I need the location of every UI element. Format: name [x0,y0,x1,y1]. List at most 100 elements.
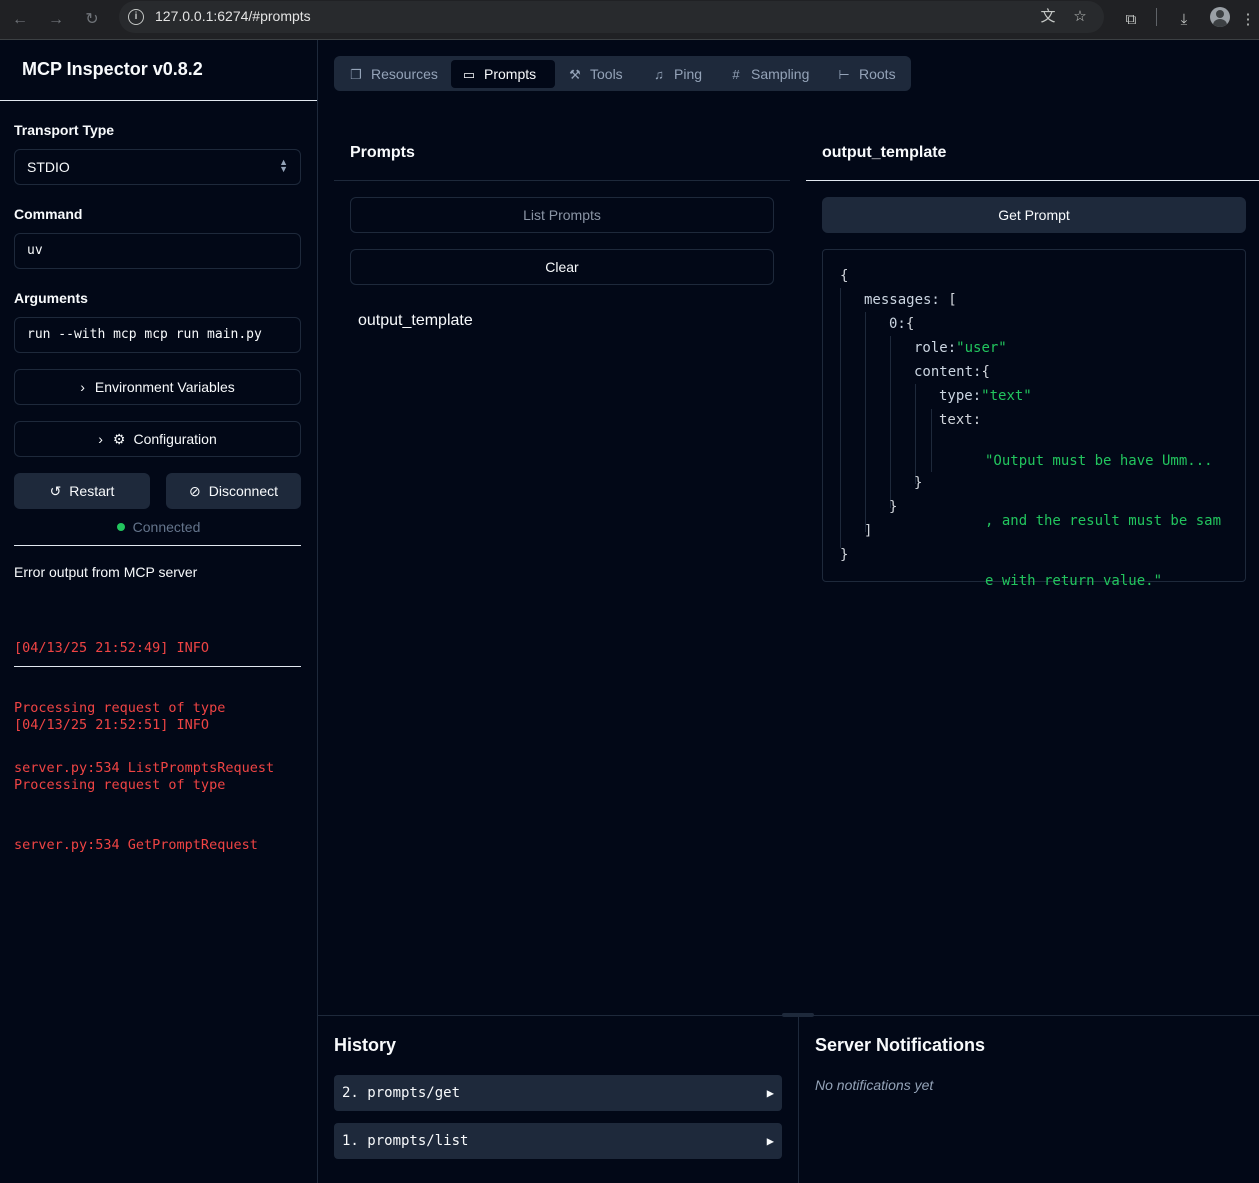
json-brace: { [905,316,915,332]
json-line: type:"text" [939,387,1032,405]
translate-icon[interactable]: 文 [1038,7,1058,27]
json-brace: { [840,268,849,284]
profile-avatar-icon[interactable] [1210,7,1230,27]
server-notifications-title: Server Notifications [815,1035,986,1055]
clear-button[interactable]: Clear [350,249,774,285]
tab-prompts[interactable]: ▭ Prompts [451,60,555,88]
browser-menu-icon[interactable]: ⋮ [1240,6,1256,34]
bookmark-star-icon[interactable]: ☆ [1070,7,1090,27]
tab-ping[interactable]: ♫ Ping [641,60,711,88]
list-prompts-button[interactable]: List Prompts [350,197,774,233]
bottom-panel-divider [798,1015,799,1183]
command-input[interactable]: uv [14,233,301,269]
chevron-right-icon: › [98,431,103,447]
prompt-list-item[interactable]: output_template [358,312,473,330]
download-icon[interactable]: ⤓ [1170,6,1198,34]
bell-icon: ♫ [654,67,664,82]
toolbar-separator [1156,8,1157,26]
url-text[interactable]: 127.0.0.1:6274/#prompts [155,8,311,24]
address-bar[interactable]: i 127.0.0.1:6274/#prompts 文 ☆ [119,1,1104,33]
disconnect-button[interactable]: ⊘ Disconnect [166,473,301,509]
log-divider [14,666,301,667]
prompt-detail-title: output_template [822,144,947,161]
tab-label: Ping [674,66,703,82]
tab-tools[interactable]: ⚒ Tools [557,60,637,88]
json-guide-line [915,384,916,484]
json-line: content:{ [914,363,990,381]
expand-triangle-icon[interactable]: ▶ [767,1123,774,1159]
disconnect-label: Disconnect [208,483,278,499]
environment-variables-label: Environment Variables [94,379,235,395]
history-item-label: 2. prompts/get [342,1085,461,1101]
json-key: messages: [864,292,940,308]
prompts-panel-title: Prompts [350,144,415,161]
files-icon: ❐ [350,67,362,82]
forward-arrow-icon[interactable]: → [42,6,70,34]
restart-label: Restart [69,483,115,499]
status-text: Connected [132,519,201,535]
hammer-icon: ⚒ [569,67,581,82]
environment-variables-button[interactable]: › Environment Variables [14,369,301,405]
tab-label: Tools [590,66,623,82]
hash-icon: # [732,67,740,82]
get-prompt-button[interactable]: Get Prompt [822,197,1246,233]
log-entry: [04/13/25 21:52:51] INFO Processing requ… [14,675,304,895]
site-info-icon[interactable]: i [128,9,144,25]
transport-type-select[interactable]: STDIO ▲ ▼ [14,149,301,185]
expand-triangle-icon[interactable]: ▶ [767,1075,774,1111]
arguments-input[interactable]: run --with mcp mcp run main.py [14,317,301,353]
tab-roots[interactable]: ⊢ Roots [826,60,906,88]
json-string: "text" [981,388,1032,404]
json-bracket: ] [864,523,873,539]
restart-button[interactable]: ↺ Restart [14,473,150,509]
json-string: "Output must be have Umm... , and the re… [985,411,1221,631]
tab-label: Resources [371,66,438,82]
connection-status: Connected [0,519,317,535]
chevron-up-down-icon: ▲ ▼ [279,157,288,174]
history-item[interactable]: 2. prompts/get ▶ [334,1075,782,1111]
json-key: role: [914,340,957,356]
transport-type-label: Transport Type [14,122,115,138]
log-line: [04/13/25 21:52:51] INFO [14,717,210,733]
command-label: Command [14,206,83,222]
log-line: server.py:534 GetPromptRequest [14,837,258,853]
json-line: messages: [ [864,291,957,309]
json-key: text: [939,412,982,428]
gear-icon: ⚙ [112,431,126,447]
configuration-button[interactable]: › ⚙ Configuration [14,421,301,457]
history-item-label: 1. prompts/list [342,1133,469,1149]
tab-label: Prompts [484,66,537,82]
arguments-label: Arguments [14,290,88,306]
json-guide-line [840,288,841,548]
error-output-heading: Error output from MCP server [14,564,198,580]
json-string-line: , and the result must be sam [985,513,1222,529]
reload-icon[interactable]: ↻ [78,6,106,34]
tab-resources[interactable]: ❐ Resources [338,60,449,88]
browser-toolbar: ← → ↻ i 127.0.0.1:6274/#prompts 文 ☆ ⧉ ⤓ … [0,0,1259,40]
prompt-detail-divider [806,180,1259,181]
json-key: type: [939,388,982,404]
json-guide-line [890,336,891,508]
json-string: "user" [956,340,1007,356]
status-dot-icon [116,523,125,531]
tab-label: Sampling [751,66,810,82]
json-brace: } [914,475,923,491]
json-bracket: [ [948,292,957,308]
json-string-line: "Output must be have Umm... [985,453,1213,469]
chevron-right-icon: › [80,379,85,395]
app-title: MCP Inspector v0.8.2 [22,59,203,79]
tab-sampling[interactable]: # Sampling [718,60,822,88]
sidebar-title-divider [0,100,317,101]
json-line: role:"user" [914,339,1007,357]
json-key: 0: [889,316,906,332]
tab-label: Roots [859,66,896,82]
json-result-viewer: { messages: [ 0:{ role:"user" content:{ … [822,249,1246,589]
history-item[interactable]: 1. prompts/list ▶ [334,1123,782,1159]
back-arrow-icon[interactable]: ← [6,6,34,34]
configuration-label: Configuration [133,431,217,447]
extensions-icon[interactable]: ⧉ [1117,6,1145,34]
json-guide-line [865,312,866,532]
json-line: 0:{ [889,315,914,333]
prompts-panel-divider [334,180,790,181]
log-line: [04/13/25 21:52:49] INFO [14,640,210,656]
